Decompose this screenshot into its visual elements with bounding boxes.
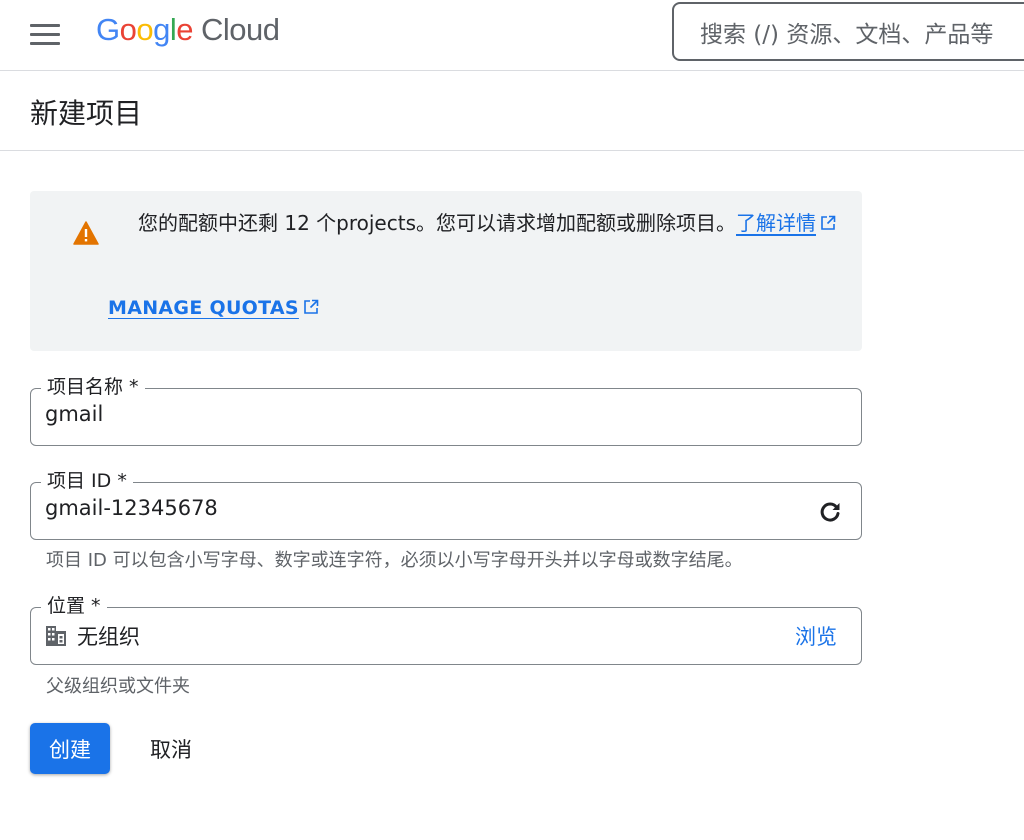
project-id-field[interactable]: 项目 ID * gmail-12345678 xyxy=(30,469,862,540)
location-field[interactable]: 位置 * 无组织 浏览 xyxy=(30,594,862,665)
top-bar: Google Cloud 搜索 (/) 资源、文档、产品等 xyxy=(0,0,1024,71)
main-menu-icon[interactable] xyxy=(30,24,60,46)
learn-more-link[interactable]: 了解详情 xyxy=(736,211,836,235)
project-id-input[interactable]: gmail-12345678 xyxy=(45,496,218,520)
external-link-icon xyxy=(304,299,319,314)
location-helper: 父级组织或文件夹 xyxy=(46,676,190,697)
quota-message: 您的配额中还剩 12 个projects。您可以请求增加配额或删除项目。了解详情 xyxy=(138,207,838,240)
project-name-field[interactable]: 项目名称 * gmail xyxy=(30,375,862,446)
quota-banner: 您的配额中还剩 12 个projects。您可以请求增加配额或删除项目。了解详情 xyxy=(30,191,862,351)
refresh-icon[interactable] xyxy=(817,499,843,525)
cancel-button[interactable]: 取消 xyxy=(130,723,212,774)
project-id-label: 项目 ID * xyxy=(41,469,133,493)
quota-message-text: 您的配额中还剩 12 个projects。您可以请求增加配额或删除项目。 xyxy=(138,211,736,235)
project-id-helper: 项目 ID 可以包含小写字母、数字或连字符，必须以小写字母开头并以字母或数字结尾… xyxy=(46,550,743,571)
project-name-input[interactable]: gmail xyxy=(45,402,103,426)
location-value: 无组织 xyxy=(77,625,140,649)
google-cloud-logo[interactable]: Google Cloud xyxy=(96,12,280,48)
page-title: 新建项目 xyxy=(30,97,143,130)
search-input[interactable]: 搜索 (/) 资源、文档、产品等 xyxy=(672,2,1024,61)
project-name-label: 项目名称 * xyxy=(41,375,145,399)
location-label: 位置 * xyxy=(41,594,107,618)
create-button[interactable]: 创建 xyxy=(30,723,110,774)
warning-icon xyxy=(73,221,99,245)
page-header: 新建项目 xyxy=(0,72,1024,151)
search-placeholder: 搜索 (/) 资源、文档、产品等 xyxy=(700,21,994,48)
external-link-icon xyxy=(821,215,836,230)
building-icon xyxy=(46,626,66,646)
manage-quotas-link[interactable]: MANAGE QUOTAS xyxy=(108,297,319,319)
browse-button[interactable]: 浏览 xyxy=(795,621,837,651)
